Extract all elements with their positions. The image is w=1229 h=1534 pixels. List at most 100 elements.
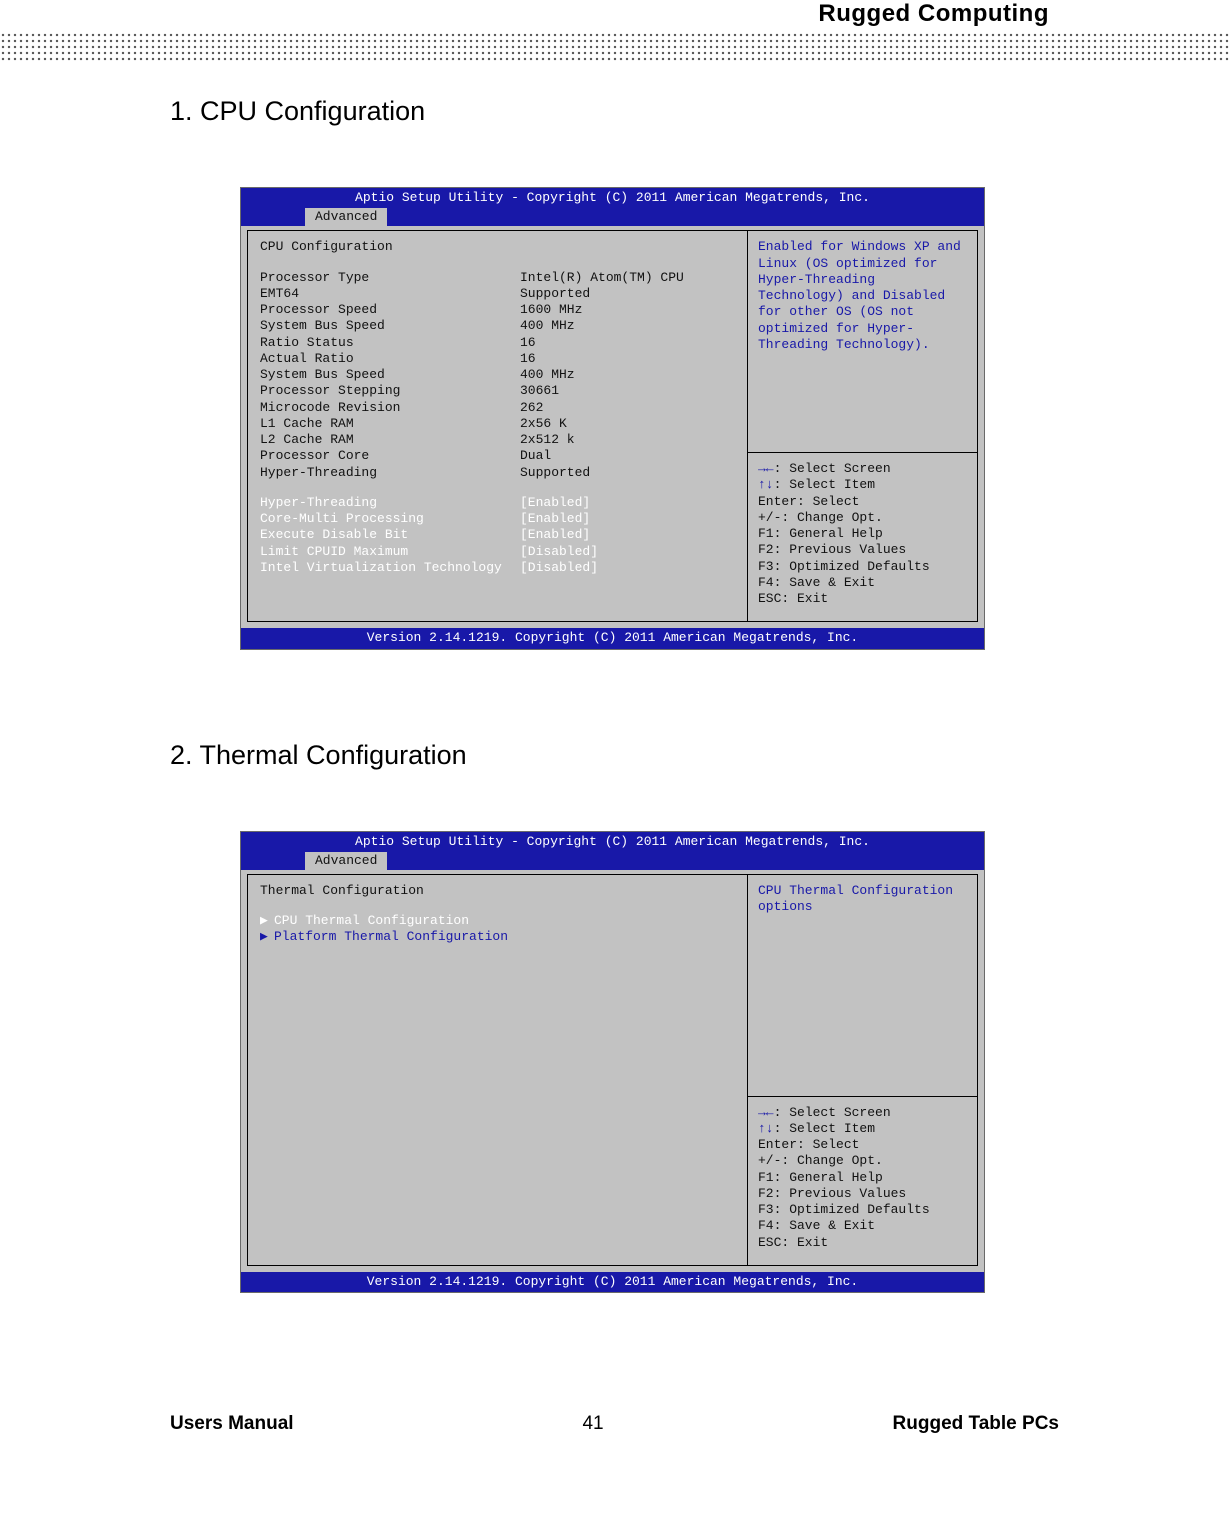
bios-right-pane: Enabled for Windows XP and Linux (OS opt… <box>748 230 978 622</box>
bios-key-hint: Enter: Select <box>758 1137 967 1153</box>
bios-key-hint: F1: General Help <box>758 1170 967 1186</box>
bios-key-hint: ↑↓: Select Item <box>758 477 967 493</box>
bios-option-key: Limit CPUID Maximum <box>260 544 520 560</box>
bios-info-key: Microcode Revision <box>260 400 520 416</box>
bios-key-hint: →←: Select Screen <box>758 1105 967 1121</box>
bios-key-hint: →←: Select Screen <box>758 461 967 477</box>
footer-right: Rugged Table PCs <box>893 1413 1059 1435</box>
bios-option-row[interactable]: Execute Disable Bit[Enabled] <box>260 527 735 543</box>
bios-footer: Version 2.14.1219. Copyright (C) 2011 Am… <box>241 1272 984 1292</box>
bios-key-hint: ESC: Exit <box>758 591 967 607</box>
bios-option-value: [Enabled] <box>520 495 735 511</box>
bios-info-value: 30661 <box>520 383 735 399</box>
bios-info-row: Processor TypeIntel(R) Atom(TM) CPU <box>260 270 735 286</box>
bios-info-row: Processor CoreDual <box>260 448 735 464</box>
bios-info-row: Actual Ratio16 <box>260 351 735 367</box>
bios-info-value: 2x56 K <box>520 416 735 432</box>
arrow-key-icon: →← <box>758 461 774 476</box>
bios-option-key: Core-Multi Processing <box>260 511 520 527</box>
section-1-title: 1. CPU Configuration <box>170 96 1124 127</box>
bios-option-key: Intel Virtualization Technology <box>260 560 520 576</box>
bios-help-text: Enabled for Windows XP and Linux (OS opt… <box>748 231 977 453</box>
bios-key-hint: F3: Optimized Defaults <box>758 559 967 575</box>
bios-key-hint: F1: General Help <box>758 526 967 542</box>
bios-info-value: Dual <box>520 448 735 464</box>
bios-right-pane: CPU Thermal Configuration options →←: Se… <box>748 874 978 1266</box>
bios-submenu-item[interactable]: ▶Platform Thermal Configuration <box>260 929 735 945</box>
bios-info-row: System Bus Speed400 MHz <box>260 318 735 334</box>
bios-submenu-label: CPU Thermal Configuration <box>274 913 469 929</box>
bios-help-text: CPU Thermal Configuration options <box>748 875 977 1097</box>
bios-left-pane: CPU Configuration Processor TypeIntel(R)… <box>247 230 748 622</box>
bios-info-row: System Bus Speed400 MHz <box>260 367 735 383</box>
bios-info-key: Ratio Status <box>260 335 520 351</box>
submenu-arrow-icon: ▶ <box>260 913 274 929</box>
decorative-pattern <box>0 32 1229 62</box>
bios-option-value: [Enabled] <box>520 527 735 543</box>
arrow-key-icon: ↑↓ <box>758 1121 774 1136</box>
bios-screenshot-cpu: Aptio Setup Utility - Copyright (C) 2011… <box>240 187 985 650</box>
bios-titlebar: Aptio Setup Utility - Copyright (C) 2011… <box>241 832 984 852</box>
bios-info-key: EMT64 <box>260 286 520 302</box>
bios-key-hint: F2: Previous Values <box>758 1186 967 1202</box>
bios-info-row: Processor Stepping30661 <box>260 383 735 399</box>
footer-page-number: 41 <box>582 1413 603 1435</box>
bios-body: CPU Configuration Processor TypeIntel(R)… <box>241 226 984 628</box>
bios-info-value: Supported <box>520 465 735 481</box>
bios-key-guide: →←: Select Screen↑↓: Select ItemEnter: S… <box>748 1097 977 1265</box>
bios-info-value: 262 <box>520 400 735 416</box>
bios-info-row: Processor Speed1600 MHz <box>260 302 735 318</box>
bios-info-key: Processor Type <box>260 270 520 286</box>
submenu-arrow-icon: ▶ <box>260 929 274 945</box>
bios-key-guide: →←: Select Screen↑↓: Select ItemEnter: S… <box>748 453 977 621</box>
bios-key-hint: F3: Optimized Defaults <box>758 1202 967 1218</box>
bios-section-heading: Thermal Configuration <box>260 883 735 899</box>
section-2-title: 2. Thermal Configuration <box>170 740 1124 771</box>
bios-info-key: Processor Core <box>260 448 520 464</box>
bios-option-value: [Disabled] <box>520 560 735 576</box>
bios-left-pane: Thermal Configuration ▶CPU Thermal Confi… <box>247 874 748 1266</box>
bios-info-key: System Bus Speed <box>260 367 520 383</box>
bios-tab-row: Advanced <box>241 852 984 870</box>
bios-info-value: Intel(R) Atom(TM) CPU <box>520 270 735 286</box>
brand-header: Rugged Computing <box>0 0 1229 32</box>
bios-body: Thermal Configuration ▶CPU Thermal Confi… <box>241 870 984 1272</box>
bios-info-key: System Bus Speed <box>260 318 520 334</box>
bios-info-value: Supported <box>520 286 735 302</box>
bios-option-row[interactable]: Hyper-Threading[Enabled] <box>260 495 735 511</box>
bios-key-hint: F2: Previous Values <box>758 542 967 558</box>
bios-info-row: Ratio Status16 <box>260 335 735 351</box>
bios-key-hint: +/-: Change Opt. <box>758 510 967 526</box>
bios-info-value: 400 MHz <box>520 367 735 383</box>
bios-info-row: L1 Cache RAM2x56 K <box>260 416 735 432</box>
bios-screenshot-thermal: Aptio Setup Utility - Copyright (C) 2011… <box>240 831 985 1294</box>
bios-key-hint: F4: Save & Exit <box>758 575 967 591</box>
bios-submenu-item[interactable]: ▶CPU Thermal Configuration <box>260 913 735 929</box>
bios-tab-advanced[interactable]: Advanced <box>305 852 387 870</box>
bios-option-value: [Disabled] <box>520 544 735 560</box>
arrow-key-icon: →← <box>758 1105 774 1120</box>
document-page: Rugged Computing 1. CPU Configuration Ap… <box>0 0 1229 1475</box>
bios-section-heading: CPU Configuration <box>260 239 735 255</box>
bios-option-row[interactable]: Intel Virtualization Technology[Disabled… <box>260 560 735 576</box>
bios-info-key: Hyper-Threading <box>260 465 520 481</box>
bios-info-row: Microcode Revision262 <box>260 400 735 416</box>
bios-info-key: L2 Cache RAM <box>260 432 520 448</box>
bios-key-hint: ↑↓: Select Item <box>758 1121 967 1137</box>
page-footer: Users Manual 41 Rugged Table PCs <box>0 1383 1229 1435</box>
arrow-key-icon: ↑↓ <box>758 477 774 492</box>
bios-key-hint: +/-: Change Opt. <box>758 1153 967 1169</box>
bios-tab-advanced[interactable]: Advanced <box>305 208 387 226</box>
bios-option-row[interactable]: Core-Multi Processing[Enabled] <box>260 511 735 527</box>
bios-key-hint: ESC: Exit <box>758 1235 967 1251</box>
bios-key-hint: F4: Save & Exit <box>758 1218 967 1234</box>
footer-left: Users Manual <box>170 1413 294 1435</box>
bios-option-row[interactable]: Limit CPUID Maximum[Disabled] <box>260 544 735 560</box>
bios-info-key: L1 Cache RAM <box>260 416 520 432</box>
bios-submenu-label: Platform Thermal Configuration <box>274 929 508 945</box>
bios-info-value: 16 <box>520 351 735 367</box>
bios-info-key: Processor Speed <box>260 302 520 318</box>
bios-info-row: Hyper-ThreadingSupported <box>260 465 735 481</box>
bios-info-key: Actual Ratio <box>260 351 520 367</box>
bios-footer: Version 2.14.1219. Copyright (C) 2011 Am… <box>241 628 984 648</box>
